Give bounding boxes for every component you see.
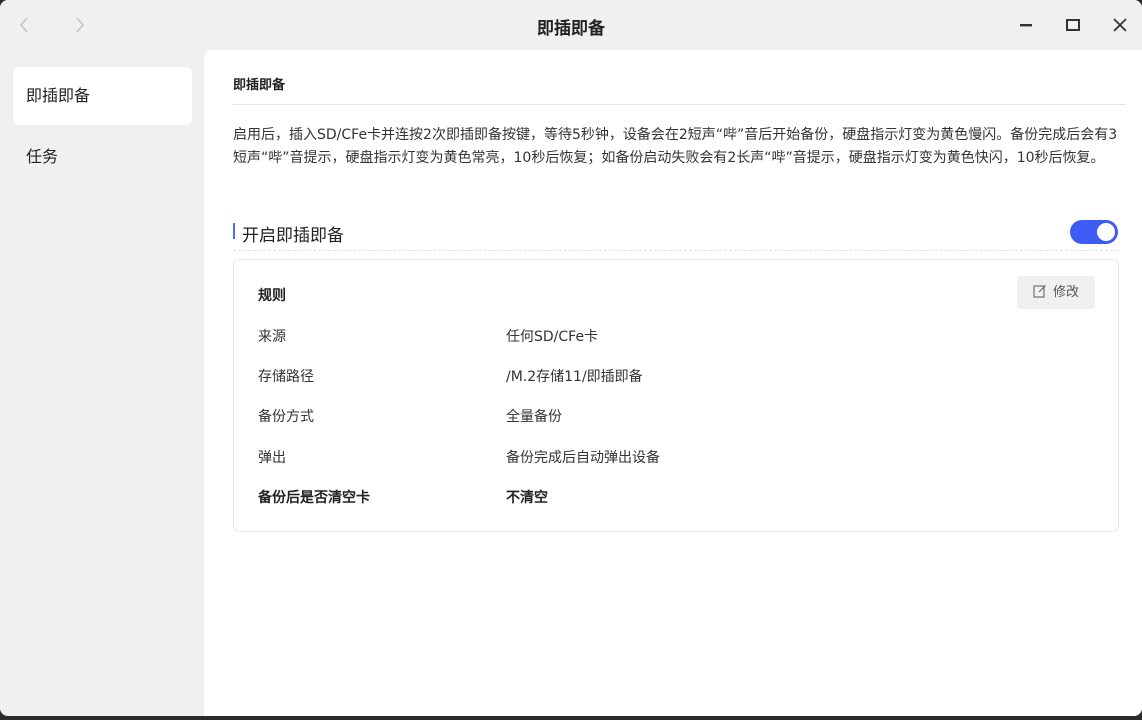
rules-title: 规则 xyxy=(258,288,286,304)
close-button[interactable] xyxy=(1108,13,1132,37)
edit-icon xyxy=(1033,285,1046,298)
section-title: 即插即备 xyxy=(233,78,286,93)
rule-value-eject: 备份完成后自动弹出设备 xyxy=(506,450,660,466)
enable-toggle-switch[interactable] xyxy=(1070,220,1118,244)
section-accent-bar xyxy=(233,223,235,239)
enable-toggle-row: 开启即插即备 xyxy=(233,218,1118,251)
edit-button-label: 修改 xyxy=(1052,285,1079,300)
switch-knob xyxy=(1097,223,1115,241)
description-text: 启用后，插入SD/CFe卡并连按2次即插即备按键，等待5秒钟，设备会在2短声“哔… xyxy=(233,127,1118,166)
rule-label-clear-card: 备份后是否清空卡 xyxy=(258,490,370,506)
minimize-icon xyxy=(1020,24,1032,27)
main-panel: 即插即备 启用后，插入SD/CFe卡并连按2次即插即备按键，等待5秒钟，设备会在… xyxy=(204,50,1142,716)
rule-value-backup-mode: 全量备份 xyxy=(506,409,562,425)
rule-label-source: 来源 xyxy=(258,329,286,345)
rule-label-backup-mode: 备份方式 xyxy=(258,409,314,425)
rules-card: 规则 修改 来源 任何SD/CFe卡 存储路径 /M.2存储11/即插即备 备份… xyxy=(233,259,1119,532)
sidebar-item-plug-and-backup[interactable]: 即插即备 xyxy=(13,67,192,125)
rule-value-source: 任何SD/CFe卡 xyxy=(506,329,599,345)
close-icon xyxy=(1113,18,1127,32)
divider xyxy=(233,104,1126,105)
enable-toggle-label: 开启即插即备 xyxy=(242,226,344,246)
minimize-button[interactable] xyxy=(1014,13,1038,37)
sidebar-item-tasks[interactable]: 任务 xyxy=(13,128,192,186)
maximize-button[interactable] xyxy=(1061,13,1085,37)
app-window: 即插即备 即插即备 任务 即插即备 启用后，插入SD/CFe卡并连按2次即插即备… xyxy=(0,0,1142,716)
sidebar: 即插即备 任务 xyxy=(0,50,204,716)
rule-value-storage-path: /M.2存储11/即插即备 xyxy=(506,369,643,385)
maximize-icon xyxy=(1066,19,1080,31)
rule-label-storage-path: 存储路径 xyxy=(258,369,314,385)
title-bar: 即插即备 xyxy=(0,0,1142,50)
rule-label-eject: 弹出 xyxy=(258,450,286,466)
rule-value-clear-card: 不清空 xyxy=(506,490,548,506)
edit-button[interactable]: 修改 xyxy=(1017,276,1095,309)
window-title: 即插即备 xyxy=(537,19,605,39)
